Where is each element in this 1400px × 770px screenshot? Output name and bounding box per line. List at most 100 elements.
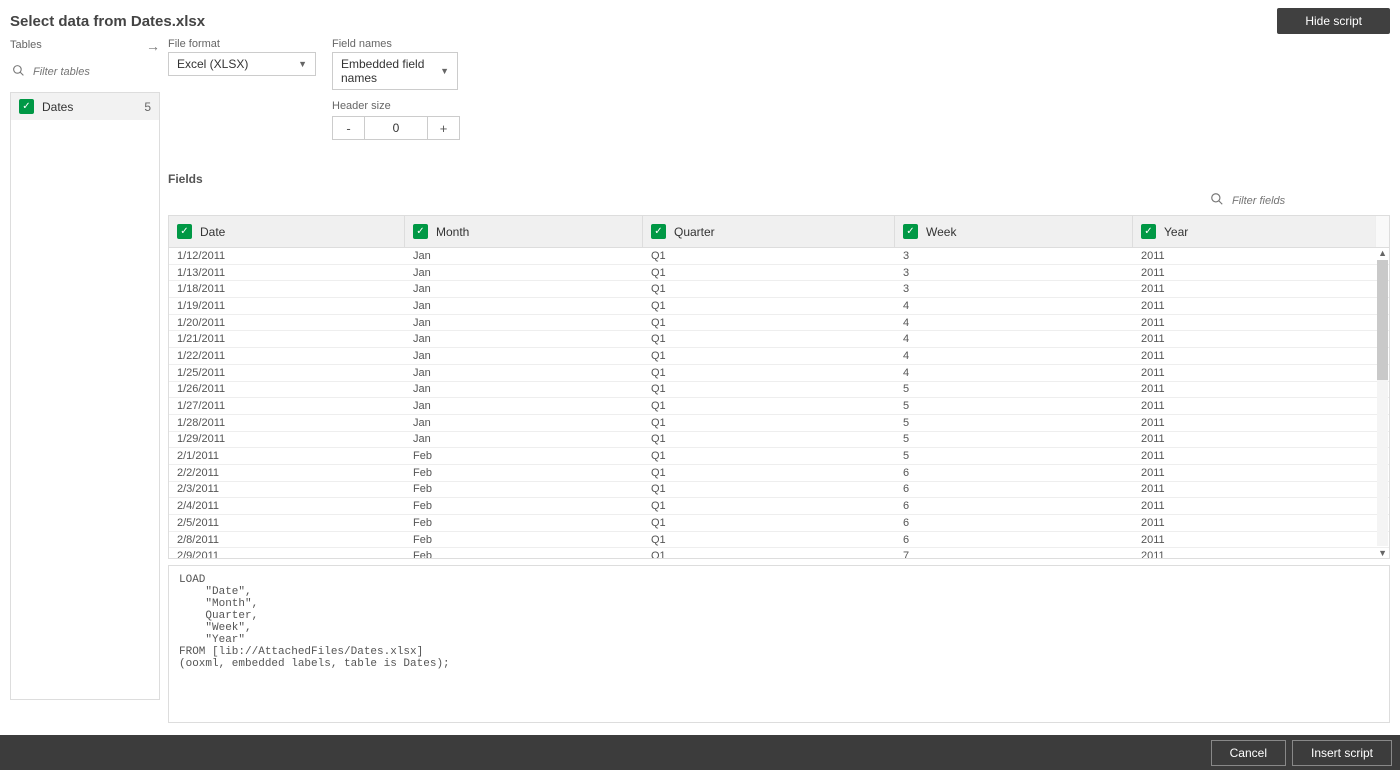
table-row[interactable]: 1/25/2011JanQ142011 xyxy=(169,365,1389,382)
fields-header-row: ✓ Date ✓ Month ✓ Quarter ✓ Week ✓ Year xyxy=(169,216,1389,248)
column-label: Date xyxy=(200,225,225,239)
table-item-count: 5 xyxy=(144,100,151,114)
table-row[interactable]: 2/2/2011FebQ162011 xyxy=(169,465,1389,482)
column-label: Week xyxy=(926,225,956,239)
table-row[interactable]: 1/13/2011JanQ132011 xyxy=(169,265,1389,282)
table-cell: Jan xyxy=(405,298,643,314)
checkbox-checked-icon[interactable]: ✓ xyxy=(651,224,666,239)
table-cell: 2011 xyxy=(1133,298,1389,314)
table-cell: Q1 xyxy=(643,548,895,558)
collapse-arrow-icon[interactable]: → xyxy=(146,38,160,54)
table-cell: Q1 xyxy=(643,348,895,364)
table-cell: Feb xyxy=(405,465,643,481)
table-row[interactable]: 1/12/2011JanQ132011 xyxy=(169,248,1389,265)
table-row[interactable]: 2/1/2011FebQ152011 xyxy=(169,448,1389,465)
table-row[interactable]: 2/4/2011FebQ162011 xyxy=(169,498,1389,515)
table-cell: 2011 xyxy=(1133,248,1389,264)
column-header-year[interactable]: ✓ Year xyxy=(1133,216,1375,247)
fields-filter[interactable] xyxy=(168,192,1390,209)
table-row[interactable]: 2/8/2011FebQ162011 xyxy=(169,532,1389,549)
table-row[interactable]: 1/19/2011JanQ142011 xyxy=(169,298,1389,315)
checkbox-checked-icon[interactable]: ✓ xyxy=(903,224,918,239)
scroll-up-icon[interactable]: ▲ xyxy=(1378,248,1387,258)
header-size-label: Header size xyxy=(332,100,460,112)
table-cell: Jan xyxy=(405,281,643,297)
table-row[interactable]: 2/3/2011FebQ162011 xyxy=(169,482,1389,499)
table-row[interactable]: 2/9/2011FebQ172011 xyxy=(169,548,1389,558)
table-cell: Jan xyxy=(405,415,643,431)
table-row[interactable]: 1/22/2011JanQ142011 xyxy=(169,348,1389,365)
column-header-quarter[interactable]: ✓ Quarter xyxy=(643,216,895,247)
checkbox-checked-icon[interactable]: ✓ xyxy=(177,224,192,239)
filter-tables-input[interactable] xyxy=(31,65,131,79)
cancel-button[interactable]: Cancel xyxy=(1211,740,1286,766)
table-cell: 1/13/2011 xyxy=(169,265,405,281)
table-cell: 6 xyxy=(895,532,1133,548)
checkbox-checked-icon[interactable]: ✓ xyxy=(1141,224,1156,239)
table-cell: 1/22/2011 xyxy=(169,348,405,364)
table-cell: 6 xyxy=(895,465,1133,481)
table-cell: Q1 xyxy=(643,382,895,398)
table-cell: Q1 xyxy=(643,482,895,498)
table-cell: Jan xyxy=(405,331,643,347)
table-cell: Q1 xyxy=(643,248,895,264)
header-size-minus-button[interactable]: - xyxy=(333,117,365,139)
table-cell: 2011 xyxy=(1133,515,1389,531)
table-cell: 4 xyxy=(895,348,1133,364)
table-row[interactable]: 1/18/2011JanQ132011 xyxy=(169,281,1389,298)
table-cell: 2011 xyxy=(1133,265,1389,281)
table-cell: 4 xyxy=(895,365,1133,381)
insert-script-button[interactable]: Insert script xyxy=(1292,740,1392,766)
checkbox-checked-icon[interactable]: ✓ xyxy=(19,99,34,114)
column-header-date[interactable]: ✓ Date xyxy=(169,216,405,247)
column-label: Month xyxy=(436,225,469,239)
scroll-down-icon[interactable]: ▼ xyxy=(1378,548,1387,558)
table-cell: Q1 xyxy=(643,315,895,331)
filter-fields-input[interactable] xyxy=(1230,194,1310,208)
file-format-label: File format xyxy=(168,38,316,50)
chevron-down-icon: ▼ xyxy=(440,66,449,76)
field-names-label: Field names xyxy=(332,38,460,50)
file-format-select[interactable]: Excel (XLSX) ▼ xyxy=(168,52,316,76)
search-icon xyxy=(12,64,25,80)
header-size-plus-button[interactable]: + xyxy=(427,117,459,139)
table-cell: 2011 xyxy=(1133,365,1389,381)
table-cell: 1/18/2011 xyxy=(169,281,405,297)
scrollbar-track[interactable] xyxy=(1377,260,1388,546)
table-row[interactable]: 1/20/2011JanQ142011 xyxy=(169,315,1389,332)
filter-tables[interactable] xyxy=(10,60,160,84)
table-row[interactable]: 1/26/2011JanQ152011 xyxy=(169,382,1389,399)
data-rows: 1/12/2011JanQ1320111/13/2011JanQ1320111/… xyxy=(169,248,1389,558)
table-cell: Jan xyxy=(405,365,643,381)
table-cell: 1/20/2011 xyxy=(169,315,405,331)
script-preview[interactable]: LOAD "Date", "Month", Quarter, "Week", "… xyxy=(168,565,1390,723)
table-cell: Feb xyxy=(405,482,643,498)
table-cell: 6 xyxy=(895,515,1133,531)
checkbox-checked-icon[interactable]: ✓ xyxy=(413,224,428,239)
column-header-month[interactable]: ✓ Month xyxy=(405,216,643,247)
table-cell: 2011 xyxy=(1133,448,1389,464)
table-cell: Q1 xyxy=(643,532,895,548)
table-row[interactable]: 2/5/2011FebQ162011 xyxy=(169,515,1389,532)
field-names-select[interactable]: Embedded field names ▼ xyxy=(332,52,458,90)
table-item-dates[interactable]: ✓ Dates 5 xyxy=(11,93,159,120)
table-cell: Q1 xyxy=(643,298,895,314)
table-cell: Q1 xyxy=(643,448,895,464)
table-cell: Q1 xyxy=(643,398,895,414)
table-cell: 2/9/2011 xyxy=(169,548,405,558)
table-cell: 2011 xyxy=(1133,432,1389,448)
table-cell: 2011 xyxy=(1133,532,1389,548)
scrollbar-thumb[interactable] xyxy=(1377,260,1388,380)
table-row[interactable]: 1/21/2011JanQ142011 xyxy=(169,331,1389,348)
table-cell: Q1 xyxy=(643,498,895,514)
table-cell: 1/28/2011 xyxy=(169,415,405,431)
column-label: Quarter xyxy=(674,225,715,239)
column-header-week[interactable]: ✓ Week xyxy=(895,216,1133,247)
header-size-stepper: - 0 + xyxy=(332,116,460,140)
table-row[interactable]: 1/28/2011JanQ152011 xyxy=(169,415,1389,432)
hide-script-button[interactable]: Hide script xyxy=(1277,8,1390,34)
search-icon xyxy=(1210,192,1224,209)
table-cell: Q1 xyxy=(643,465,895,481)
table-row[interactable]: 1/27/2011JanQ152011 xyxy=(169,398,1389,415)
table-row[interactable]: 1/29/2011JanQ152011 xyxy=(169,432,1389,449)
